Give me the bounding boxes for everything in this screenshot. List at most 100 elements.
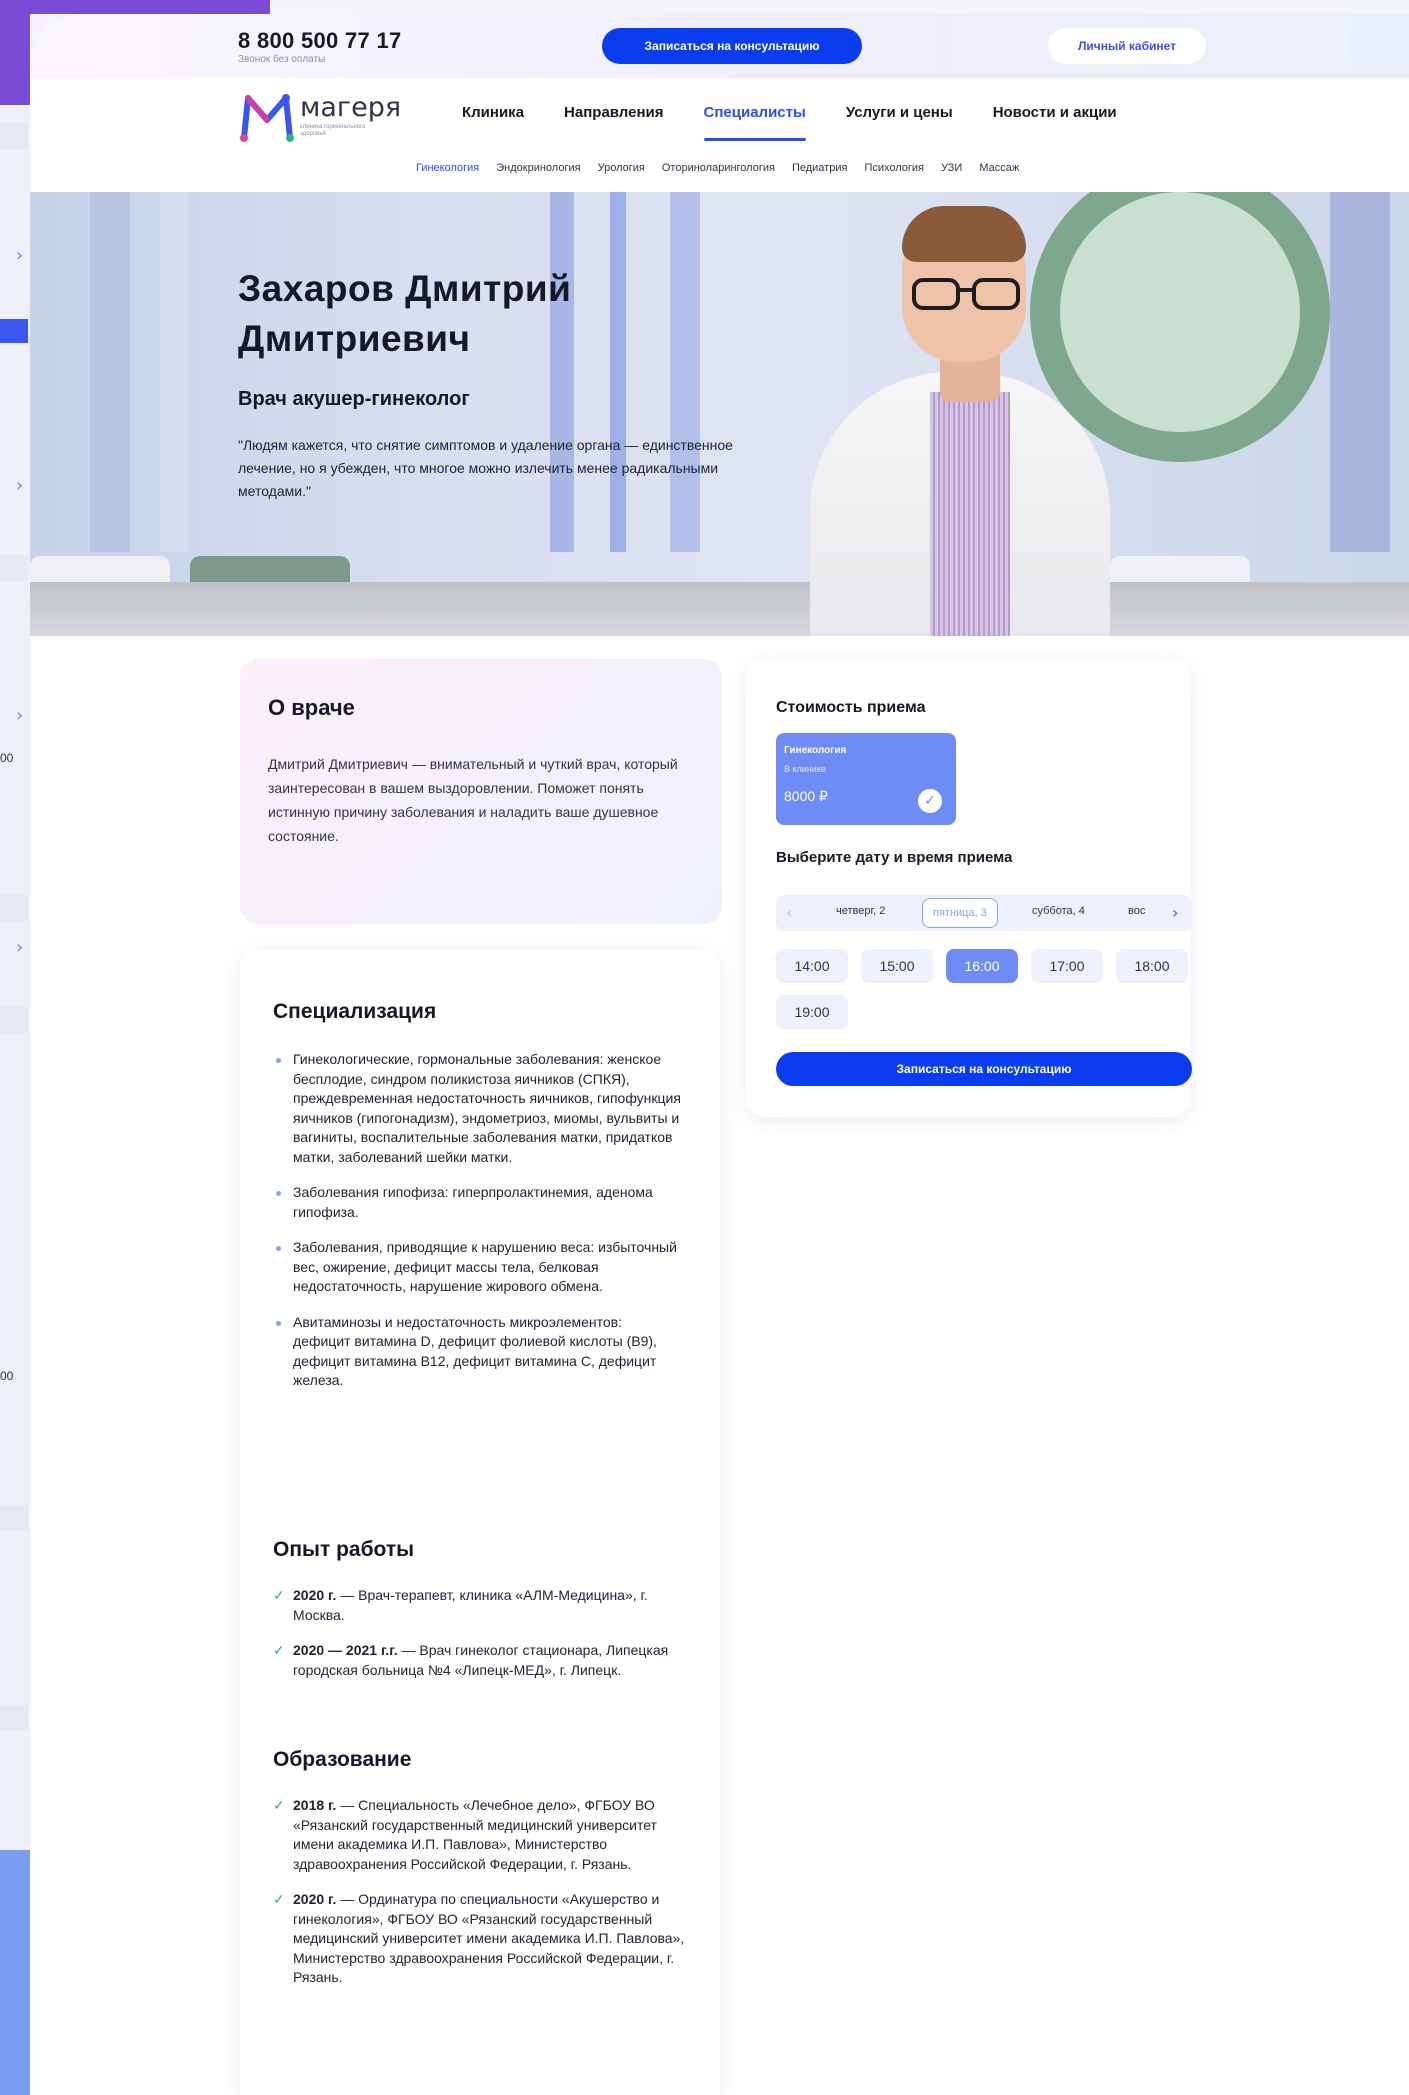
doctor-photo	[770, 202, 1170, 636]
about-title: О враче	[268, 695, 355, 720]
experience-title: Опыт работы	[273, 1538, 415, 1561]
check-icon: ✓	[273, 1588, 285, 1604]
doctor-name: Захаров Дмитрий Дмитриевич	[238, 268, 572, 359]
doctor-quote: "Людям кажется, что снятие симптомов и у…	[238, 437, 733, 499]
subnav-item-gynecology[interactable]: Гинекология	[416, 162, 479, 174]
subnav-item-psychology[interactable]: Психология	[864, 162, 924, 174]
day-option[interactable]: вос	[1128, 905, 1145, 917]
side-rail-item	[0, 1505, 28, 1531]
check-icon: ✓	[273, 1643, 285, 1659]
experience-years: 2020 — 2021 г.г.	[293, 1642, 398, 1658]
side-rail: › › › 00 › 00	[0, 105, 30, 1850]
logo-tagline: клиника гормонального здоровья	[300, 124, 366, 137]
time-slot-selected[interactable]: 16:00	[946, 949, 1018, 983]
side-rail-item	[0, 1705, 28, 1731]
time-slot[interactable]: 18:00	[1116, 949, 1188, 983]
education-text: — Ординатура по специальности «Акушерств…	[293, 1891, 685, 1985]
glasses-icon	[912, 278, 1020, 310]
check-icon: ✓	[918, 789, 942, 813]
nav-item-specialists[interactable]: Специалисты	[703, 104, 807, 141]
day-picker: ‹ четверг, 2 пятница, 3 суббота, 4 вос ›	[776, 895, 1192, 931]
specialization-list: Гинекологические, гормональные заболеван…	[273, 1050, 683, 1407]
education-years: 2020 г.	[293, 1891, 337, 1907]
side-rail-value: 00	[0, 751, 14, 765]
side-rail-item	[0, 555, 28, 581]
book-appointment-button[interactable]: Записаться на консультацию	[776, 1052, 1192, 1086]
chevron-right-icon[interactable]: ›	[16, 937, 23, 958]
education-years: 2018 г.	[293, 1797, 337, 1813]
subnav-item-pediatrics[interactable]: Педиатрия	[792, 162, 847, 174]
list-item: ✓ 2018 г. — Специальность «Лечебное дело…	[273, 1796, 693, 1874]
page: 8 800 500 77 17 Звонок без оплаты Записа…	[30, 14, 1409, 2095]
subnav-item-ultrasound[interactable]: УЗИ	[941, 162, 962, 174]
about-text: Дмитрий Дмитриевич — внимательный и чутк…	[268, 756, 678, 844]
logo[interactable]: магеря клиника гормонального здоровья	[238, 90, 408, 146]
education-text: — Специальность «Лечебное дело», ФГБОУ В…	[293, 1797, 657, 1872]
doctor-role: Врач акушер-гинеколог	[238, 388, 470, 410]
nav-item-directions[interactable]: Направления	[564, 104, 663, 134]
service-price: 8000 ₽	[784, 788, 828, 804]
subnav-item-ent[interactable]: Оториноларингология	[662, 162, 775, 174]
main-nav: Клиника Направления Специалисты Услуги и…	[462, 104, 1157, 141]
day-option[interactable]: четверг, 2	[836, 905, 885, 917]
hero-banner: Захаров Дмитрий Дмитриевич Врач акушер-г…	[30, 192, 1409, 636]
subnav-item-endocrinology[interactable]: Эндокринология	[496, 162, 580, 174]
phone-number[interactable]: 8 800 500 77 17	[238, 28, 402, 54]
education-title: Образование	[273, 1748, 412, 1771]
check-icon: ✓	[273, 1892, 285, 1908]
time-slot[interactable]: 14:00	[776, 949, 848, 983]
list-item: Заболевания, приводящие к нарушению веса…	[273, 1238, 683, 1297]
nav-item-clinic[interactable]: Клиника	[462, 104, 524, 134]
side-rail-item	[0, 895, 28, 921]
day-option-selected[interactable]: пятница, 3	[922, 898, 998, 928]
specialization-title: Специализация	[273, 1000, 437, 1023]
experience-text: — Врач-терапевт, клиника «АЛМ-Медицина»,…	[293, 1587, 648, 1623]
phone-note: Звонок без оплаты	[238, 54, 326, 65]
time-slot[interactable]: 15:00	[861, 949, 933, 983]
check-icon: ✓	[273, 1798, 285, 1814]
book-consultation-button[interactable]: Записаться на консультацию	[602, 28, 862, 64]
experience-years: 2020 г.	[293, 1587, 337, 1603]
date-title: Выберите дату и время приема	[776, 849, 1013, 866]
chevron-right-icon[interactable]: ›	[16, 705, 23, 726]
list-item: ✓ 2020 — 2021 г.г. — Врач гинеколог стац…	[273, 1641, 693, 1680]
time-slot[interactable]: 19:00	[776, 995, 848, 1029]
subnav-item-urology[interactable]: Урология	[598, 162, 645, 174]
hero-decor	[160, 192, 188, 552]
chevron-left-icon[interactable]: ‹	[786, 903, 792, 922]
chevron-right-icon[interactable]: ›	[16, 475, 23, 496]
side-rail-item-active[interactable]	[0, 319, 28, 343]
personal-cabinet-button[interactable]: Личный кабинет	[1048, 28, 1206, 64]
nav-item-news[interactable]: Новости и акции	[993, 104, 1117, 134]
price-title: Стоимость приема	[776, 699, 926, 716]
side-rail-item	[0, 1007, 28, 1033]
sub-nav: Гинекология Эндокринология Урология Отор…	[416, 162, 1036, 174]
service-tile[interactable]: Гинекология В клинике 8000 ₽ ✓	[776, 733, 956, 825]
time-slot[interactable]: 17:00	[1031, 949, 1103, 983]
list-item: Гинекологические, гормональные заболеван…	[273, 1050, 683, 1167]
logo-name: магеря	[300, 92, 402, 123]
top-bar: 8 800 500 77 17 Звонок без оплаты Записа…	[30, 14, 1409, 78]
hero-decor	[1330, 192, 1390, 552]
education-list: ✓ 2018 г. — Специальность «Лечебное дело…	[273, 1796, 693, 2004]
subnav-item-massage[interactable]: Массаж	[979, 162, 1019, 174]
chevron-right-icon[interactable]: ›	[1172, 903, 1178, 922]
background-corner	[0, 0, 270, 14]
hero-floor	[30, 582, 1409, 636]
list-item: Заболевания гипофиза: гиперпролактинемия…	[273, 1183, 683, 1222]
service-name: Гинекология	[784, 745, 847, 756]
list-item: ✓ 2020 г. — Врач-терапевт, клиника «АЛМ-…	[273, 1586, 693, 1625]
doctor-shirt	[930, 392, 1010, 636]
booking-card: Стоимость приема Гинекология В клинике 8…	[746, 659, 1192, 1117]
side-rail-value: 00	[0, 1369, 14, 1383]
hero-decor	[90, 192, 130, 552]
list-item: ✓ 2020 г. — Ординатура по специальности …	[273, 1890, 693, 1988]
nav-item-services[interactable]: Услуги и цены	[846, 104, 953, 134]
chevron-right-icon[interactable]: ›	[16, 245, 23, 266]
about-card: О враче Дмитрий Дмитриевич — внимательны…	[240, 659, 722, 924]
doctor-hair	[902, 206, 1026, 262]
list-item: Авитаминозы и недостаточность микроэлеме…	[273, 1313, 683, 1391]
day-option[interactable]: суббота, 4	[1032, 905, 1085, 917]
service-mode: В клинике	[784, 764, 826, 774]
side-rail-item	[0, 123, 28, 149]
